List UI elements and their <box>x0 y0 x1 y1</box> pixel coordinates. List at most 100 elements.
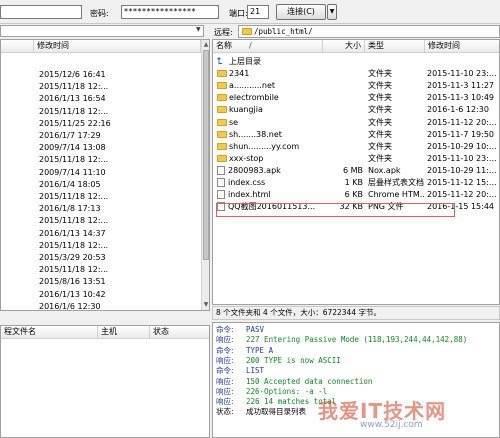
remote-item-size: 6 MB <box>342 165 363 175</box>
local-list-item[interactable]: 2016/1/13 10:42 <box>1 289 199 301</box>
remote-item-name: kuangjia <box>217 104 337 116</box>
local-list-item[interactable]: 2015/11/18 12:... <box>1 81 199 93</box>
local-list-item[interactable]: 2016/1/6 12:30 <box>1 301 199 310</box>
log-line-text: LIST <box>246 366 265 376</box>
log-line: 响应: 200 TYPE is now ASCII <box>216 356 341 366</box>
remote-path-input[interactable]: /public_html/ <box>238 25 500 38</box>
remote-item-name-text: index.css <box>228 178 266 187</box>
remote-header-name-label: 名称 <box>216 41 232 50</box>
remote-item-type: 文件夹 <box>368 105 392 115</box>
local-list-item[interactable]: 2009/7/14 11:10 <box>1 167 199 179</box>
local-item-modified: 2015/8/16 13:51 <box>39 277 106 287</box>
log-line: 命令: TYPE A <box>216 346 273 356</box>
connect-button[interactable]: 连接(C) <box>276 4 326 20</box>
local-file-list: 修改时间 2015/12/6 16:41 2015/11/18 12:... 201… <box>0 39 210 311</box>
remote-header-modified[interactable]: 修改时间 <box>425 40 499 53</box>
folder-icon <box>217 94 227 102</box>
remote-list-item[interactable]: a...........net 文件夹 2015-11-3 11:27 <box>213 80 499 92</box>
log-line-kind: 响应: <box>216 397 234 407</box>
local-list-item[interactable]: 2016/1/13 16:54 <box>1 93 199 105</box>
local-list-item[interactable]: 2015/11/25 22:16 <box>1 118 199 130</box>
remote-list-item[interactable]: index.css 1 KB 层叠样式表文档 2015-11-12 15:... <box>213 177 499 189</box>
remote-header-size[interactable]: 大小 <box>323 40 365 53</box>
local-list-item[interactable]: 2015/11/18 12:... <box>1 106 199 118</box>
remote-item-name: ⮤ 上层目录 <box>217 56 337 68</box>
local-list-item[interactable]: 2015/11/18 12:... <box>1 215 199 227</box>
remote-list-item[interactable]: shun.........yy.com 文件夹 2015-10-29 10:... <box>213 141 499 153</box>
local-item-modified: 2009/7/14 13:08 <box>39 143 106 153</box>
remote-item-type: 文件夹 <box>368 129 392 139</box>
remote-list-item[interactable]: se 文件夹 2015-11-12 20:... <box>213 117 499 129</box>
local-scrollbar[interactable]: ▲ ▼ <box>201 40 209 310</box>
log-line-kind: 命令: <box>216 325 234 334</box>
remote-item-name: 2800983.apk <box>217 165 337 177</box>
log-line: 响应: 150 Accepted data connection <box>216 377 372 387</box>
log-line-kind: 响应: <box>216 355 234 365</box>
local-item-modified: 2016/1/13 10:42 <box>39 289 106 299</box>
local-header-modified[interactable]: 修改时间 <box>34 40 201 53</box>
remote-list-item[interactable]: kuangjia 文件夹 2016-1-6 12:30 <box>213 104 499 116</box>
log-line: 响应: 227 Entering Passive Mode (118,193,24… <box>216 335 467 345</box>
remote-list-item[interactable]: ⮤ 上层目录 <box>213 56 499 68</box>
folder-icon <box>217 106 227 114</box>
log-line-kind: 状态: <box>216 407 234 417</box>
remote-header-type[interactable]: 类型 <box>365 40 425 53</box>
remote-item-type: 文件夹 <box>368 69 392 79</box>
remote-item-name-text: index.html <box>228 190 271 200</box>
log-line-kind: 响应: <box>216 386 234 396</box>
file-icon <box>217 178 225 187</box>
transfer-queue: 程文件名 主机 状态 <box>0 325 210 438</box>
host-input[interactable] <box>0 5 82 19</box>
remote-item-type: Nox.apk <box>368 165 401 175</box>
file-icon <box>217 190 225 200</box>
folder-icon <box>217 154 227 162</box>
remote-item-modified: 2015-10-29 10:... <box>427 141 497 151</box>
local-list-item[interactable]: 2015/11/18 12:... <box>1 240 199 252</box>
local-path-dropdown-icon[interactable]: ▼ <box>196 26 201 33</box>
local-path-input[interactable] <box>0 25 204 37</box>
connection-bar: 密码: **************** 端口: 21 连接(C) ▼ <box>0 0 500 24</box>
remote-item-name-text: shun.........yy.com <box>229 141 300 151</box>
local-list-item[interactable]: 2009/7/14 13:08 <box>1 142 199 154</box>
folder-icon <box>217 82 227 90</box>
scroll-up-icon[interactable]: ▲ <box>202 40 209 49</box>
remote-list-item[interactable]: 2800983.apk 6 MB Nox.apk 2015-10-29 11:... <box>213 165 499 177</box>
local-list-item[interactable]: 2015/11/18 12:... <box>1 191 199 203</box>
log-line-text: 成功取得目录列表 <box>246 407 306 417</box>
queue-header-host[interactable]: 主机 <box>98 326 150 339</box>
local-item-modified: 2016/1/13 16:54 <box>39 94 106 104</box>
local-list-item[interactable]: 2015/8/16 13:51 <box>1 276 199 288</box>
remote-item-modified: 2015-11-3 11:27 <box>427 81 494 91</box>
local-list-item[interactable]: 2016/1/4 18:05 <box>1 179 199 191</box>
local-list-item[interactable]: 2016/1/7 17:29 <box>1 130 199 142</box>
queue-header-local-file[interactable]: 程文件名 <box>1 326 98 339</box>
remote-list-item[interactable]: xxx-stop 文件夹 2015-11-10 23:... <box>213 153 499 165</box>
local-item-modified: 2015/11/18 12:... <box>39 265 109 275</box>
local-list-item[interactable]: 2015/11/18 12:... <box>1 154 199 166</box>
log-line-text: 226-Options: -a -l <box>246 386 328 396</box>
local-list-item[interactable]: 2015/3/29 20:53 <box>1 252 199 264</box>
remote-list-item[interactable]: index.html 6 KB Chrome HTM... 2015-11-12 20… <box>213 189 499 201</box>
scroll-down-icon[interactable]: ▼ <box>202 300 209 309</box>
queue-header-status[interactable]: 状态 <box>150 326 209 339</box>
local-scroll-thumb[interactable] <box>203 50 209 260</box>
log-line-text: PASV <box>246 325 265 334</box>
remote-list-item[interactable]: electrombile 文件夹 2015-11-3 10:49 <box>213 92 499 104</box>
local-list-item[interactable]: 2016/1/8 17:13 <box>1 203 199 215</box>
remote-header-name[interactable]: 名称 / <box>213 40 323 53</box>
local-list-item[interactable]: 2015/11/18 12:... <box>1 264 199 276</box>
password-input[interactable]: **************** <box>121 5 219 19</box>
local-list-item[interactable]: 2016/1/13 14:37 <box>1 228 199 240</box>
remote-item-name: shun.........yy.com <box>217 141 337 153</box>
remote-list-item[interactable]: 2341 文件夹 2015-11-10 23:... <box>213 68 499 80</box>
local-list-item[interactable]: 2015/12/6 16:41 <box>1 69 199 81</box>
log-line: 命令: LIST <box>216 366 264 376</box>
remote-list-item[interactable]: sh.......38.net 文件夹 2015-11-7 19:50 <box>213 129 499 141</box>
local-item-modified: 2009/7/14 11:10 <box>39 167 106 177</box>
port-input[interactable]: 21 <box>247 5 269 19</box>
local-item-modified: 2015/12/6 16:41 <box>39 70 106 79</box>
local-header-blank[interactable] <box>1 40 34 53</box>
remote-item-size: 1 KB <box>344 178 363 187</box>
connect-dropdown-button[interactable]: ▼ <box>327 4 337 20</box>
remote-item-name-text: 上层目录 <box>229 57 261 66</box>
